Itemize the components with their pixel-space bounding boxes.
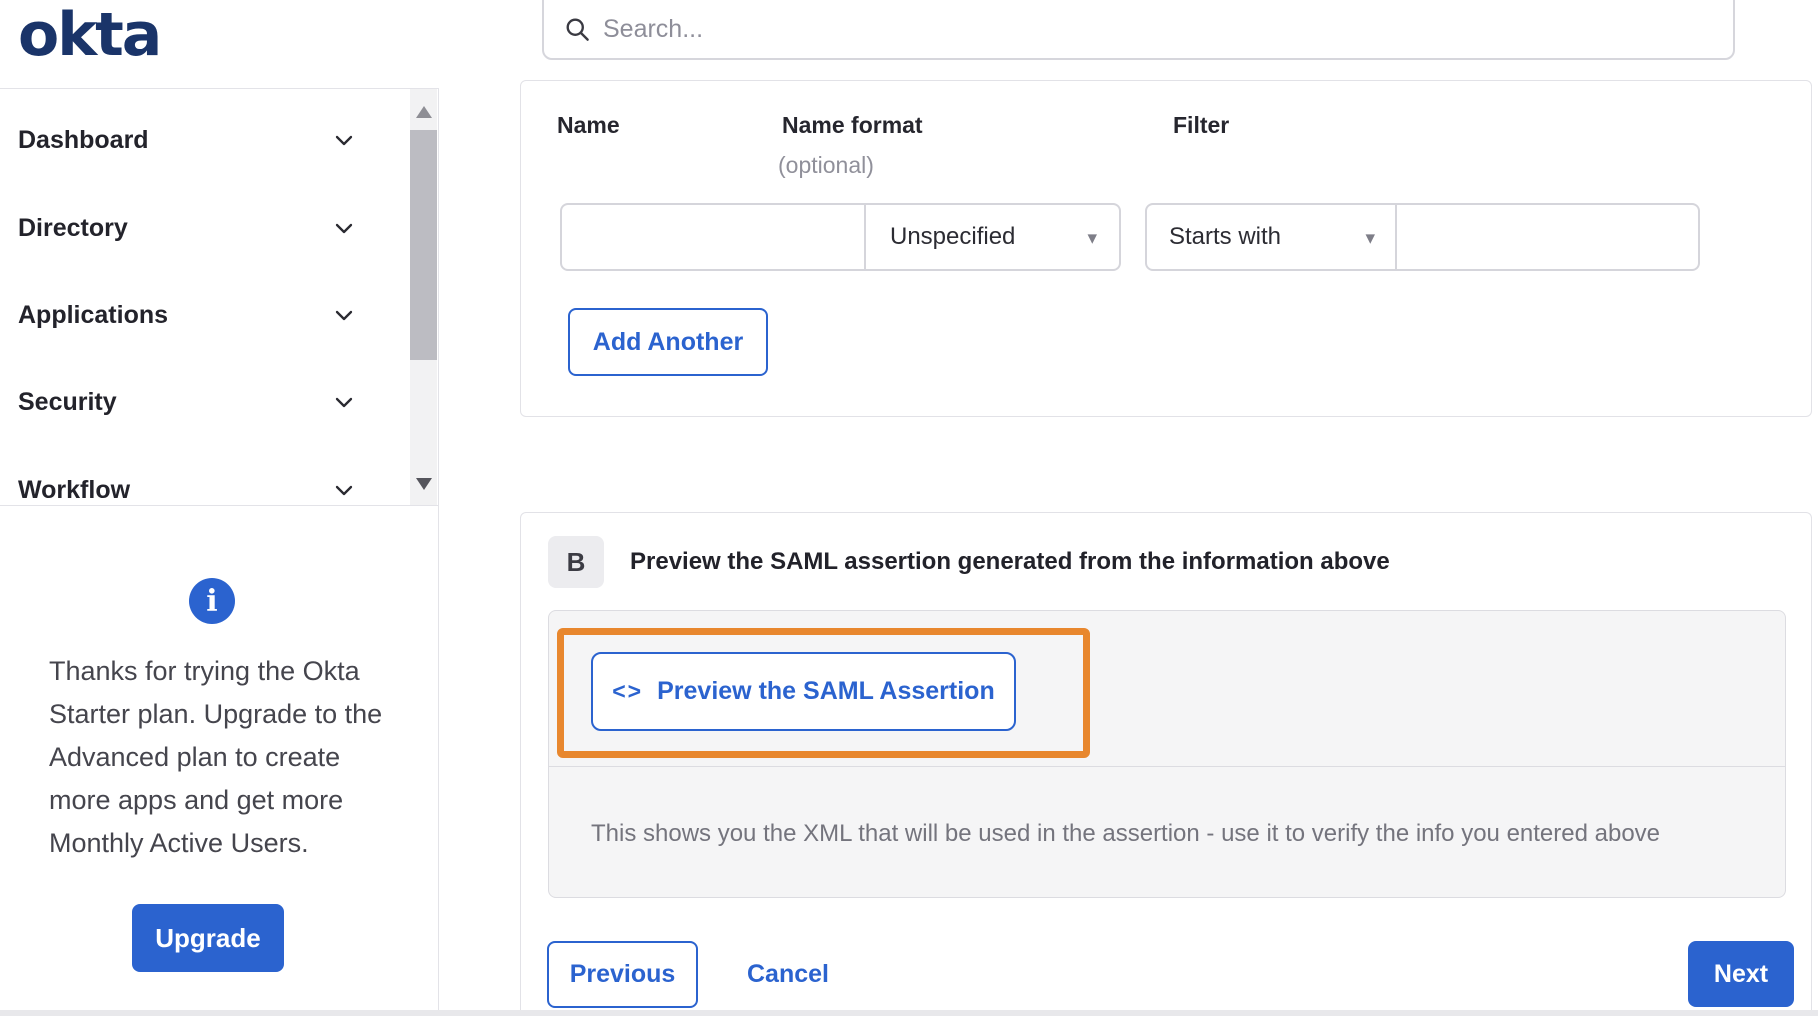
- step-b-badge: B: [548, 536, 604, 588]
- caret-down-icon: [1087, 223, 1097, 251]
- preview-note: This shows you the XML that will be used…: [591, 820, 1661, 847]
- sidebar-item-security[interactable]: Security: [0, 374, 408, 430]
- search-input[interactable]: [603, 14, 1653, 44]
- sidebar-top-divider: [0, 88, 438, 89]
- sidebar-item-label: Security: [18, 387, 117, 416]
- scroll-up-icon[interactable]: [416, 106, 432, 118]
- trial-promo-message: Thanks for trying the Okta Starter plan.…: [49, 656, 383, 858]
- caret-down-icon: [1365, 223, 1375, 251]
- info-icon: [189, 578, 235, 624]
- chevron-down-icon: [335, 310, 353, 321]
- filter-value-input[interactable]: [1397, 203, 1700, 271]
- okta-logo[interactable]: okta: [18, 0, 162, 70]
- sidebar-item-dashboard[interactable]: Dashboard: [0, 112, 408, 168]
- section-b-title: Preview the SAML assertion generated fro…: [630, 548, 1390, 575]
- okta-admin-console: okta Dashboard Directory Applications Se…: [0, 0, 1818, 1016]
- next-button[interactable]: Next: [1688, 941, 1794, 1007]
- chevron-down-icon: [335, 223, 353, 234]
- attribute-name-input[interactable]: [560, 203, 866, 271]
- upgrade-button[interactable]: Upgrade: [132, 904, 284, 972]
- add-another-button[interactable]: Add Another: [568, 308, 768, 376]
- optional-sublabel: (optional): [778, 152, 874, 178]
- sidebar-item-label: Workflow: [18, 475, 131, 504]
- scroll-down-icon[interactable]: [416, 478, 432, 490]
- sidebar-item-applications[interactable]: Applications: [0, 287, 408, 343]
- filter-column-label: Filter: [1173, 112, 1230, 138]
- chevron-down-icon: [335, 135, 353, 146]
- sidebar-item-directory[interactable]: Directory: [0, 200, 408, 256]
- sidebar-item-workflow[interactable]: Workflow: [0, 462, 408, 518]
- sidebar-menu-bottom-divider: [0, 505, 438, 506]
- name-format-value: Unspecified: [890, 223, 1016, 250]
- chevron-down-icon: [335, 485, 353, 496]
- sidebar-item-label: Directory: [18, 213, 128, 242]
- previous-button[interactable]: Previous: [547, 941, 698, 1008]
- chevron-down-icon: [335, 397, 353, 408]
- panel-divider: [549, 766, 1785, 767]
- global-search[interactable]: [542, 0, 1735, 60]
- name-format-column-label: Name format: [782, 112, 923, 138]
- filter-type-value: Starts with: [1169, 223, 1282, 250]
- highlight-annotation-box: [557, 628, 1090, 758]
- viewport-bottom-edge: [0, 1010, 1818, 1016]
- filter-type-select[interactable]: Starts with: [1145, 203, 1397, 271]
- cancel-link[interactable]: Cancel: [747, 960, 829, 989]
- sidebar-scrollbar-thumb[interactable]: [410, 130, 437, 360]
- sidebar-item-label: Dashboard: [18, 125, 149, 154]
- name-column-label: Name: [557, 112, 620, 138]
- sidebar-item-label: Applications: [18, 300, 169, 329]
- search-icon: [566, 18, 589, 41]
- name-format-select[interactable]: Unspecified: [866, 203, 1121, 271]
- sidebar-right-divider: [438, 88, 439, 1016]
